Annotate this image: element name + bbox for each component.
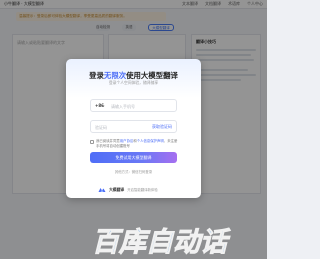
get-code-button[interactable]: 获取验证码	[152, 124, 172, 130]
agree-text-1: 我已阅读并同意	[96, 139, 120, 143]
login-button[interactable]: 免费试用大模型翻译	[90, 152, 177, 163]
login-modal: 登录无限次使用大模型翻译 登录个人空间体验，随译随享 +86 ▾ 获取验证码 我…	[66, 59, 201, 198]
user-agreement-link[interactable]: 用户协议	[120, 139, 134, 143]
watermark-logo: 百库自动话	[92, 227, 232, 259]
agreement-text: 我已阅读并同意用户协议和个人信息保护声明，未注册手机号将自动创建账号	[96, 139, 180, 149]
chevron-down-icon[interactable]: ▾	[103, 104, 105, 108]
agree-checkbox[interactable]	[90, 140, 94, 144]
brand-logo-icon	[98, 187, 106, 192]
alt-login-link[interactable]: 其他方式：微信扫码登录	[66, 169, 201, 174]
phone-field[interactable]: +86 ▾	[90, 99, 177, 112]
code-field[interactable]: 获取验证码	[90, 120, 177, 133]
watermark-text: 百库自动话	[92, 227, 231, 258]
modal-title-suffix: 使用大模型翻译	[126, 71, 178, 80]
privacy-link[interactable]: 个人信息保护声明	[137, 139, 164, 143]
modal-title-prefix: 登录	[89, 71, 104, 80]
phone-input[interactable]	[111, 102, 173, 110]
brand-name: 大模翻译	[109, 186, 125, 192]
code-input[interactable]	[95, 123, 145, 131]
modal-title-accent: 无限次	[103, 71, 127, 80]
brand-footer: 大模翻译 开启智能翻译新体验	[98, 186, 158, 193]
modal-subtitle: 登录个人空间体验，随译随享	[108, 80, 159, 85]
brand-slogan: 开启智能翻译新体验	[127, 188, 158, 192]
